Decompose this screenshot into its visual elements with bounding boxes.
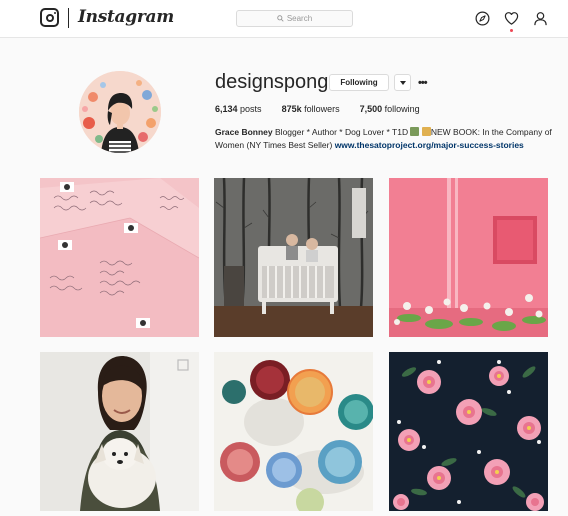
user-icon[interactable]	[533, 11, 548, 26]
profile-avatar[interactable]	[79, 71, 161, 153]
instagram-camera-icon[interactable]	[40, 8, 59, 27]
bio-text-1: Blogger * Author * Dog Lover * T1D	[275, 127, 409, 137]
top-navigation-bar: Instagram Search	[0, 0, 568, 38]
post-thumbnail-4[interactable]	[40, 352, 199, 511]
posts-label: posts	[240, 104, 262, 114]
post-thumbnail-6[interactable]	[389, 352, 548, 511]
profile-bio: Grace Bonney Blogger * Author * Dog Love…	[215, 126, 560, 152]
bio-link[interactable]: www.thesatoproject.org/major-success-sto…	[335, 140, 524, 150]
post-thumbnail-5[interactable]	[214, 352, 373, 511]
bio-name: Grace Bonney	[215, 127, 273, 137]
following-label: following	[384, 104, 420, 114]
followers-count: 875k	[281, 104, 302, 114]
post-thumbnail-2[interactable]	[214, 178, 373, 337]
profile-username: designsponge	[215, 71, 340, 93]
search-placeholder: Search	[286, 14, 313, 23]
chevron-down-icon	[399, 80, 406, 85]
party-emoji-icon	[421, 127, 431, 136]
following-count: 7,500	[359, 104, 383, 114]
post-thumbnail-3[interactable]	[389, 178, 548, 337]
more-options-button[interactable]: •••	[418, 74, 428, 91]
book-emoji-icon	[410, 127, 420, 136]
search-icon	[277, 15, 284, 22]
post-thumbnail-1[interactable]	[40, 178, 199, 337]
followers-stat[interactable]: 875k followers	[282, 104, 340, 114]
posts-stat: 6,134 posts	[215, 104, 262, 114]
instagram-wordmark[interactable]: Instagram	[78, 7, 174, 27]
search-input[interactable]: Search	[236, 10, 353, 27]
notification-dot	[510, 29, 513, 32]
logo-divider	[68, 8, 69, 28]
compass-icon[interactable]	[475, 11, 490, 26]
profile-stats: 6,134 posts 875k followers 7,500 followi…	[215, 104, 440, 114]
posts-count: 6,134	[215, 104, 238, 114]
heart-icon[interactable]	[504, 11, 519, 26]
following-stat[interactable]: 7,500 following	[360, 104, 420, 114]
followers-label: followers	[304, 104, 340, 114]
suggestions-dropdown-button[interactable]	[394, 74, 411, 91]
following-button[interactable]: Following	[329, 74, 389, 91]
